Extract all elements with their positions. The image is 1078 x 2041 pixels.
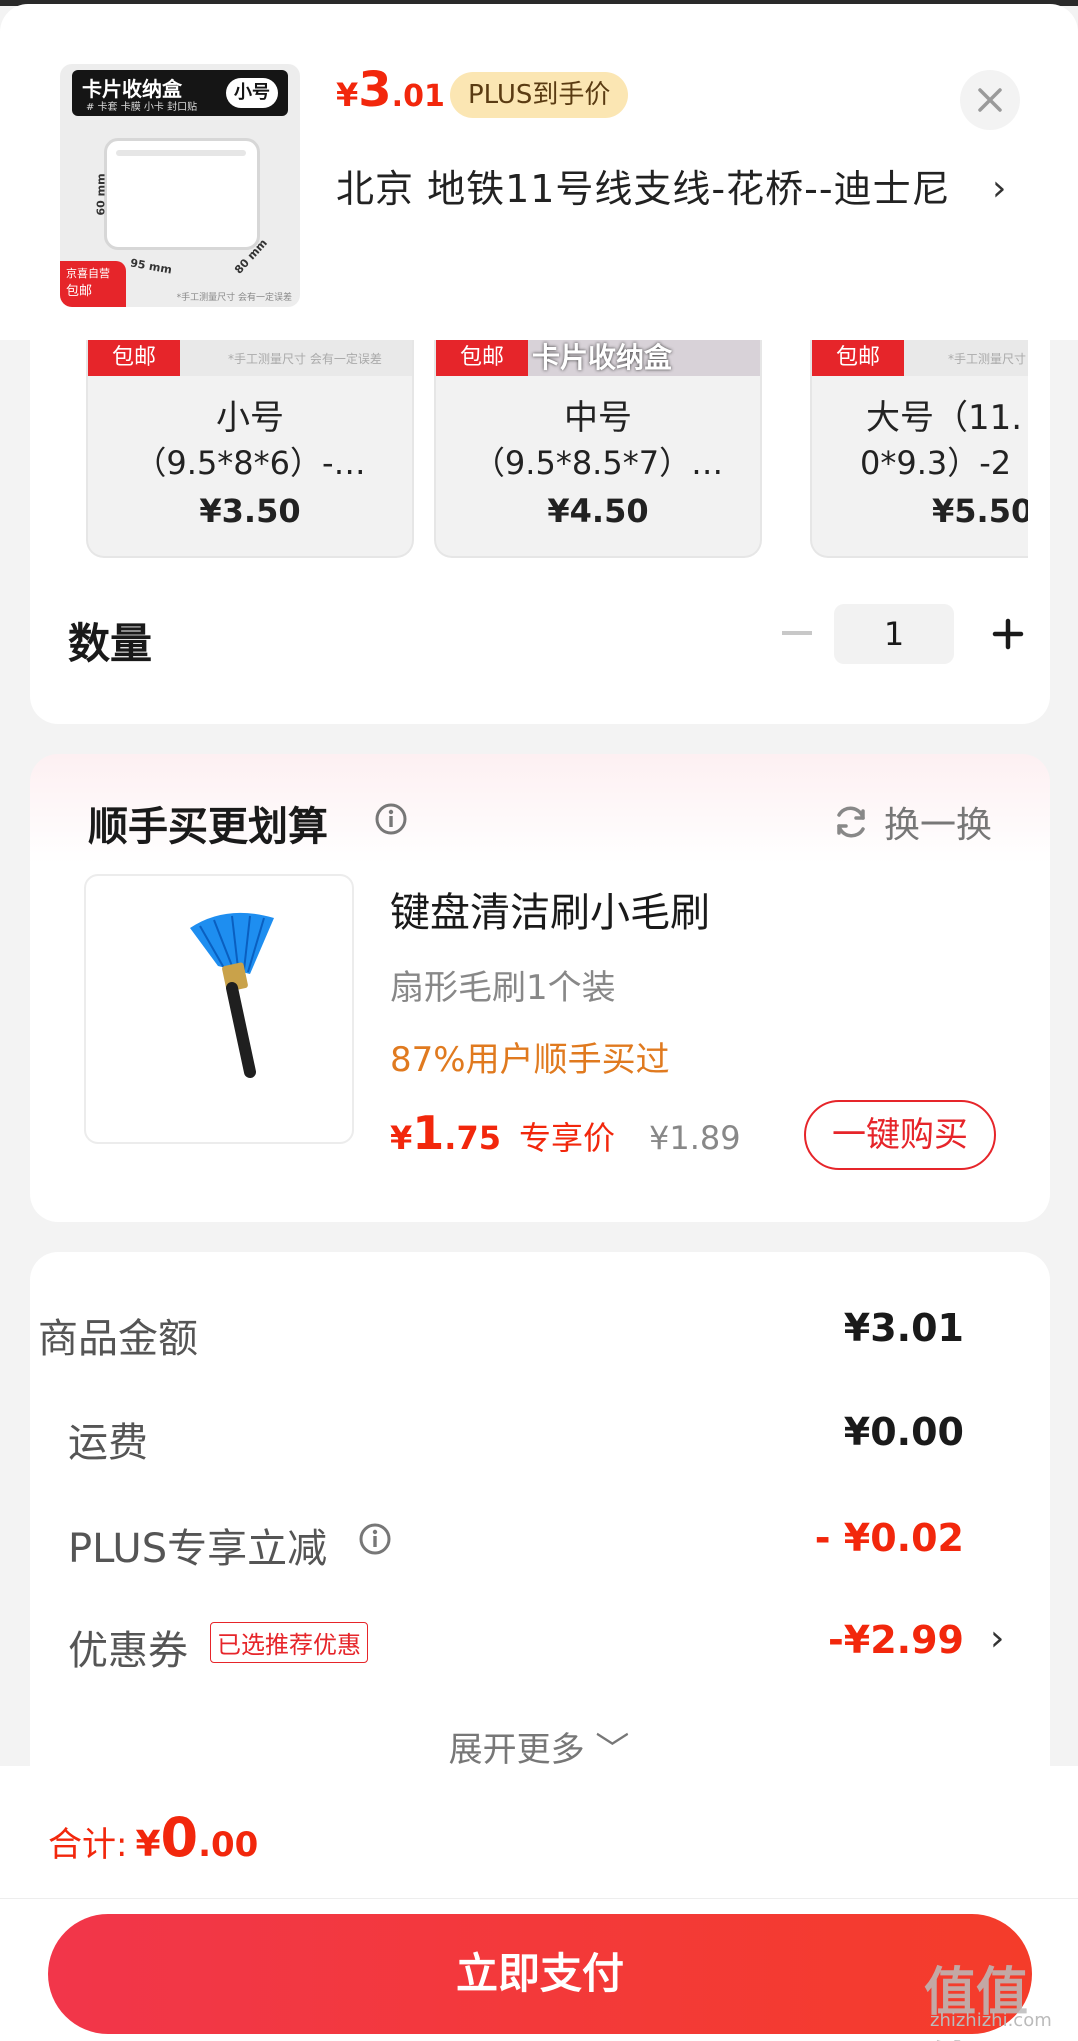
- price-currency: ¥: [336, 76, 359, 114]
- info-icon[interactable]: [374, 802, 408, 836]
- addon-recommendation: 顺手买更划算 换一换 键盘清洁刷小毛刷 扇形毛刷1个装 87%用户顺手买过 ¥ …: [30, 754, 1050, 1222]
- thumbnail-size-tag: 小号: [226, 78, 278, 108]
- thumbnail-shipping-badge: 京喜自营 包邮: [60, 261, 126, 307]
- address-chevron-icon[interactable]: ›: [992, 168, 1006, 209]
- plus-price-tag: PLUS到手价: [450, 72, 629, 118]
- free-shipping-badge: 包邮: [88, 340, 180, 376]
- coupon-label: 优惠券: [68, 1628, 188, 1674]
- variant-size: 0*9.3）-2: [860, 444, 1012, 482]
- delivery-address[interactable]: 北京 地铁11号线支线-花桥--迪士尼: [336, 162, 976, 216]
- quantity-input[interactable]: 1: [834, 604, 954, 664]
- variant-price: ¥5.50: [932, 492, 1028, 530]
- brush-icon: [190, 912, 274, 1078]
- quantity-label: 数量: [68, 619, 153, 668]
- thumbnail-dim-height: 60 mm: [94, 173, 108, 216]
- addon-price: ¥ 1 .75 专享价 ¥1.89: [390, 1106, 741, 1160]
- addon-price-currency: ¥: [390, 1119, 413, 1157]
- quantity-increase-button[interactable]: [980, 606, 1036, 662]
- addon-title: 顺手买更划算: [88, 804, 328, 850]
- goods-amount-value: ¥3.01: [843, 1306, 964, 1350]
- badge-line1: 京喜自营: [66, 267, 110, 280]
- product-thumbnail[interactable]: 卡片收纳盒 # 卡套 卡膜 小卡 封口贴 小号 60 mm 95 mm 80 m…: [60, 64, 300, 307]
- shipping-label: 运费: [68, 1420, 148, 1466]
- sku-panel: *手工测量尺寸 会有一定误差 包邮 小号 （9.5*8*6）-… ¥3.50 卡…: [30, 340, 1050, 724]
- watermark-site: zhizhizhi.com: [930, 2010, 1052, 2031]
- plus-discount-value: - ¥0.02: [814, 1516, 964, 1560]
- thumbnail-note: *手工测量尺寸 会有一定误差: [176, 293, 292, 303]
- addon-price-label: 专享价: [518, 1119, 615, 1157]
- shipping-value: ¥0.00: [843, 1410, 964, 1454]
- plus-price: ¥ 3 .01: [336, 66, 445, 122]
- variant-name: 中号: [564, 398, 632, 438]
- coupon-value[interactable]: -¥2.99: [828, 1618, 964, 1662]
- close-icon: [978, 88, 1002, 112]
- thumbnail-box-lid: [116, 150, 246, 156]
- refresh-icon: [837, 806, 865, 838]
- free-shipping-badge: 包邮: [436, 340, 528, 376]
- variant-price: ¥3.50: [199, 492, 301, 530]
- coupon-chevron-icon[interactable]: ›: [990, 1618, 1004, 1659]
- free-shipping-badge: 包邮: [812, 340, 904, 376]
- price-decimal: .01: [391, 79, 445, 114]
- badge-line2: 包邮: [66, 284, 93, 299]
- product-header: 卡片收纳盒 # 卡套 卡膜 小卡 封口贴 小号 60 mm 95 mm 80 m…: [0, 4, 1078, 340]
- variant-option-large[interactable]: *手工测量尺寸 包邮 大号（11. 0*9.3）-2 ¥5.50: [810, 340, 1028, 558]
- one-click-buy-button[interactable]: 一键购买: [804, 1100, 996, 1170]
- quantity-decrease-button[interactable]: [772, 608, 822, 658]
- variant-option-medium[interactable]: 卡片收纳盒 包邮 中号 （9.5*8.5*7）… ¥4.50: [434, 340, 762, 558]
- variant-size: （9.5*8*6）-…: [134, 444, 366, 482]
- plus-discount-label: PLUS专享立减: [68, 1526, 328, 1572]
- close-button[interactable]: [960, 70, 1020, 130]
- divider: [0, 1898, 1078, 1899]
- variant-strip-text: *手工测量尺寸 会有一定误差: [228, 352, 382, 366]
- total-label: 合计:: [48, 1825, 128, 1865]
- coupon-recommended-tag: 已选推荐优惠: [210, 1622, 368, 1663]
- goods-amount-label: 商品金额: [38, 1316, 198, 1362]
- price-integer: 3: [358, 62, 392, 118]
- variant-price: ¥4.50: [547, 492, 649, 530]
- total-integer: 0: [160, 1806, 199, 1869]
- total-currency: ¥: [135, 1824, 161, 1865]
- addon-product-spec: 扇形毛刷1个装: [390, 968, 616, 1008]
- total-decimal: .00: [198, 1825, 259, 1865]
- thumbnail-dim-width: 95 mm: [129, 256, 173, 277]
- variant-strip-text: *手工测量尺寸: [948, 352, 1027, 366]
- info-icon[interactable]: [358, 1522, 392, 1556]
- variant-name: 小号: [216, 398, 284, 438]
- checkout-bar: 合计: ¥ 0 .00 立即支付: [0, 1766, 1078, 2041]
- addon-social-proof: 87%用户顺手买过: [390, 1040, 670, 1080]
- addon-original-price: ¥1.89: [648, 1119, 741, 1157]
- variant-option-small[interactable]: *手工测量尺寸 会有一定误差 包邮 小号 （9.5*8*6）-… ¥3.50: [86, 340, 414, 558]
- thumbnail-banner: 卡片收纳盒 # 卡套 卡膜 小卡 封口贴 小号: [72, 70, 288, 116]
- pay-now-button[interactable]: 立即支付: [48, 1914, 1032, 2034]
- order-total: 合计: ¥ 0 .00: [48, 1806, 258, 1869]
- variant-name: 大号（11.: [866, 398, 1023, 438]
- addon-product-image[interactable]: [84, 874, 354, 1144]
- swap-label: 换一换: [884, 805, 993, 846]
- swap-button[interactable]: 换一换: [832, 796, 992, 848]
- addon-price-decimal: .75: [444, 1119, 501, 1157]
- variant-size: （9.5*8.5*7）…: [472, 444, 724, 482]
- variant-strip-text: 卡片收纳盒: [532, 341, 673, 374]
- addon-product-name[interactable]: 键盘清洁刷小毛刷: [390, 880, 710, 938]
- minus-icon: [782, 631, 812, 635]
- thumbnail-subtitle: # 卡套 卡膜 小卡 封口贴: [86, 102, 198, 113]
- plus-icon: [992, 618, 1024, 650]
- variant-option-large-clip: *手工测量尺寸 包邮 大号（11. 0*9.3）-2 ¥5.50: [810, 340, 1028, 558]
- addon-price-integer: 1: [412, 1106, 445, 1160]
- expand-more-button[interactable]: 展开更多 ﹀: [0, 1722, 1078, 1771]
